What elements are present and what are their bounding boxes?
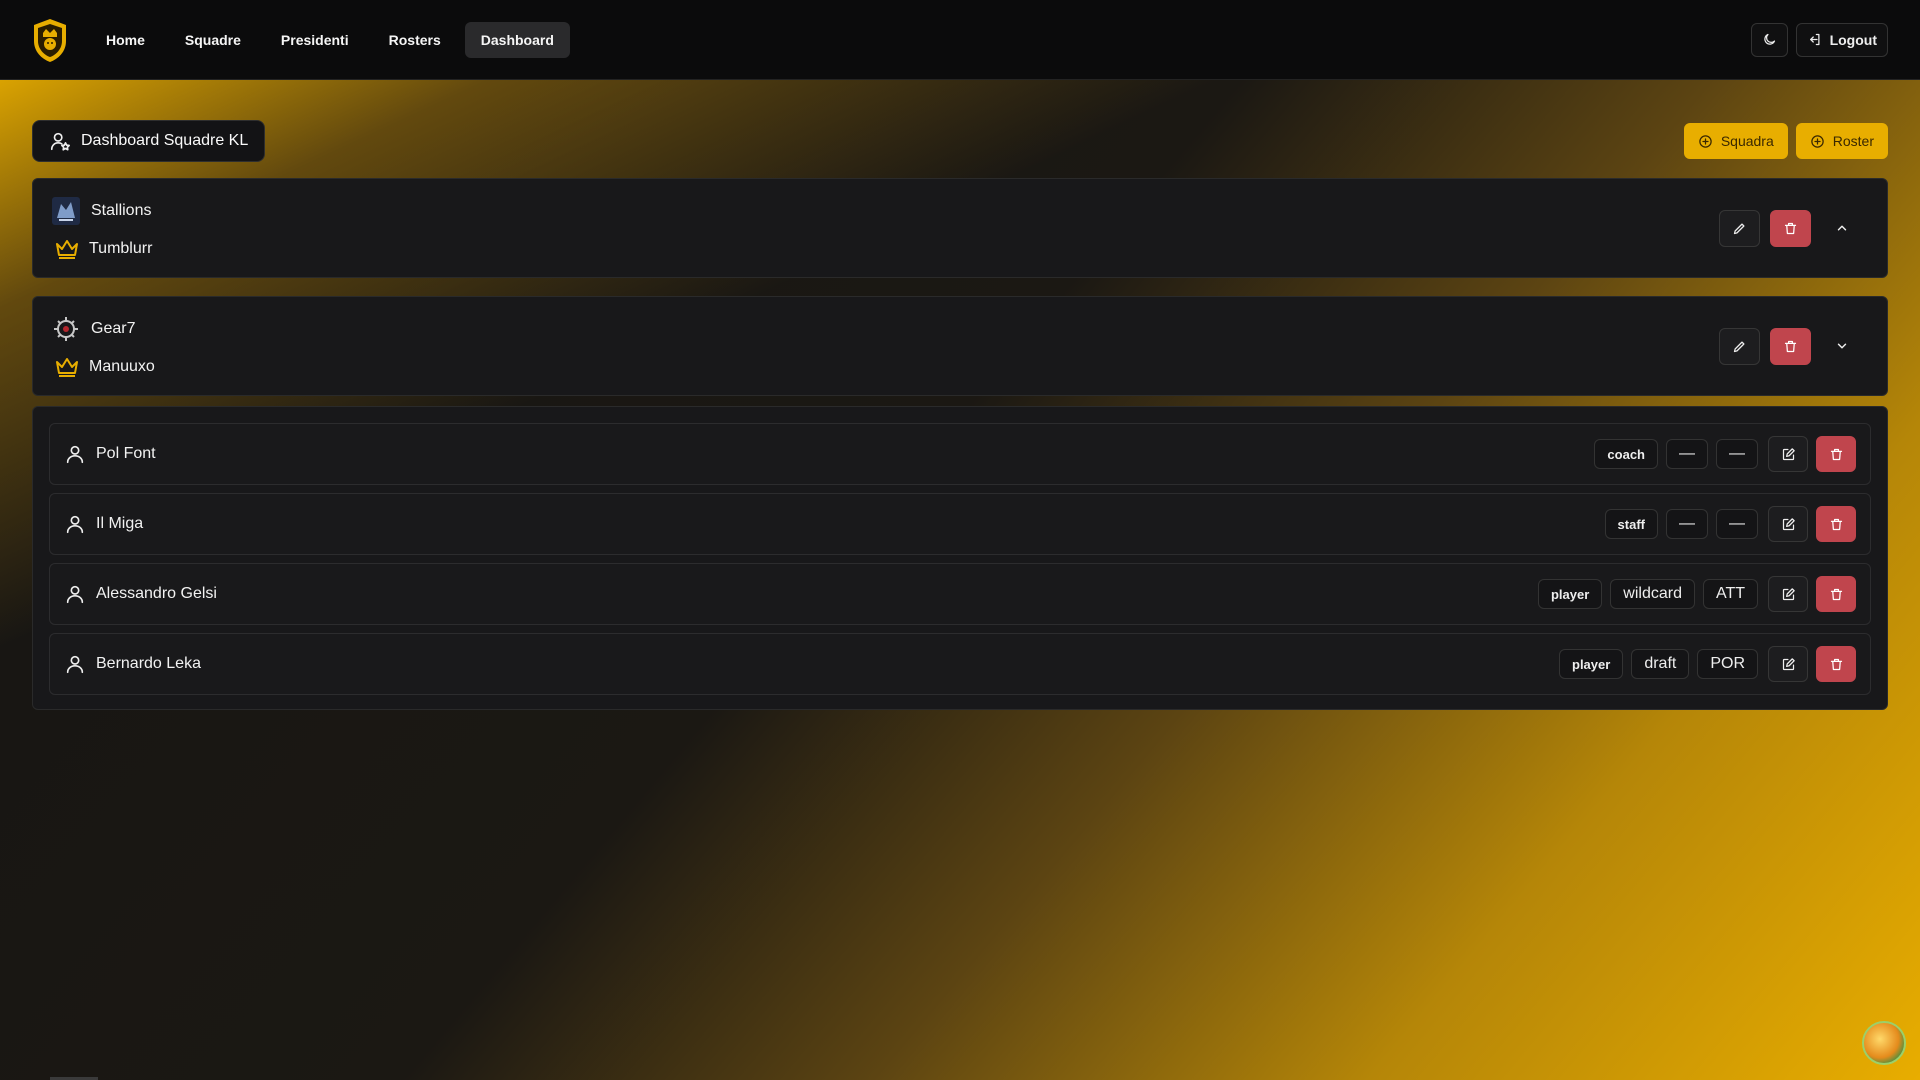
member-name: Bernardo Leka bbox=[96, 655, 201, 672]
role-badge: coach bbox=[1594, 439, 1658, 469]
delete-member-button[interactable] bbox=[1816, 576, 1856, 612]
page-title-text: Dashboard Squadre KL bbox=[81, 132, 249, 149]
nav-dashboard[interactable]: Dashboard bbox=[464, 21, 570, 58]
plus-circle-icon bbox=[1811, 134, 1824, 148]
delete-member-button[interactable] bbox=[1816, 646, 1856, 682]
team-name: Gear7 bbox=[91, 320, 136, 337]
nav-presidenti[interactable]: Presidenti bbox=[265, 22, 365, 58]
user-icon bbox=[66, 445, 84, 464]
acquisition-badge: — bbox=[1666, 439, 1708, 469]
crown-icon bbox=[56, 358, 78, 377]
delete-member-button[interactable] bbox=[1816, 506, 1856, 542]
logout-icon bbox=[1809, 33, 1820, 46]
edit-square-icon bbox=[1782, 587, 1795, 600]
roster-row: Bernardo Leka player draft POR bbox=[49, 633, 1871, 695]
delete-team-button[interactable] bbox=[1770, 209, 1811, 247]
member-name: Pol Font bbox=[96, 445, 156, 462]
moon-icon bbox=[1763, 33, 1775, 45]
acquisition-badge: wildcard bbox=[1610, 579, 1695, 609]
add-roster-label: Roster bbox=[1832, 133, 1874, 149]
delete-member-button[interactable] bbox=[1816, 436, 1856, 472]
logout-label: Logout bbox=[1829, 31, 1877, 48]
role-badge: player bbox=[1559, 649, 1624, 679]
position-badge: POR bbox=[1697, 649, 1758, 679]
trash-icon bbox=[1830, 518, 1842, 530]
trash-icon bbox=[1784, 340, 1797, 352]
acquisition-badge: draft bbox=[1631, 649, 1690, 679]
user-icon bbox=[66, 655, 84, 674]
edit-team-button[interactable] bbox=[1719, 209, 1760, 247]
user-avatar[interactable] bbox=[1862, 1021, 1906, 1065]
crown-icon bbox=[56, 240, 78, 259]
plus-circle-icon bbox=[1699, 134, 1712, 148]
chevron-down-icon bbox=[1837, 343, 1847, 349]
edit-square-icon bbox=[1782, 657, 1795, 670]
trash-icon bbox=[1830, 448, 1842, 460]
dashboard-main: Dashboard Squadre KL Squadra Roster Stal… bbox=[32, 120, 1888, 710]
roster-panel: Pol Font coach — — Il Miga staff — — Ale… bbox=[32, 406, 1888, 710]
position-badge: — bbox=[1716, 439, 1758, 469]
page-title: Dashboard Squadre KL bbox=[32, 120, 266, 162]
add-team-button[interactable]: Squadra bbox=[1683, 123, 1788, 159]
edit-square-icon bbox=[1782, 517, 1795, 530]
roster-row: Alessandro Gelsi player wildcard ATT bbox=[49, 563, 1871, 625]
edit-member-button[interactable] bbox=[1768, 436, 1808, 472]
team-president: Tumblurr bbox=[89, 240, 153, 257]
pencil-icon bbox=[1733, 341, 1745, 352]
team-card-gear7: Gear7 Manuuxo bbox=[32, 296, 1888, 396]
theme-toggle-button[interactable] bbox=[1750, 22, 1788, 57]
edit-team-button[interactable] bbox=[1719, 327, 1760, 365]
team-card-stallions: Stallions Tumblurr bbox=[32, 178, 1888, 278]
expand-team-button[interactable] bbox=[1825, 329, 1859, 363]
pencil-icon bbox=[1733, 223, 1745, 234]
trash-icon bbox=[1830, 588, 1842, 600]
acquisition-badge: — bbox=[1666, 509, 1708, 539]
nav-rosters[interactable]: Rosters bbox=[373, 22, 457, 58]
user-icon bbox=[66, 515, 84, 534]
team-name: Stallions bbox=[91, 202, 152, 219]
nav-home[interactable]: Home bbox=[90, 22, 161, 58]
user-icon bbox=[66, 585, 84, 604]
app-logo[interactable] bbox=[32, 17, 68, 63]
collapse-team-button[interactable] bbox=[1825, 211, 1859, 245]
user-star-icon bbox=[50, 132, 70, 151]
roster-row: Pol Font coach — — bbox=[49, 423, 1871, 485]
position-badge: ATT bbox=[1702, 579, 1758, 609]
position-badge: — bbox=[1716, 509, 1758, 539]
team-logo bbox=[54, 317, 78, 341]
delete-team-button[interactable] bbox=[1770, 327, 1811, 365]
chevron-up-icon bbox=[1837, 225, 1847, 231]
team-logo bbox=[52, 197, 80, 225]
add-team-label: Squadra bbox=[1720, 133, 1774, 149]
team-president: Manuuxo bbox=[89, 358, 155, 375]
role-badge: staff bbox=[1604, 509, 1658, 539]
trash-icon bbox=[1830, 658, 1842, 670]
edit-square-icon bbox=[1782, 447, 1795, 460]
member-name: Alessandro Gelsi bbox=[96, 585, 217, 602]
edit-member-button[interactable] bbox=[1768, 646, 1808, 682]
role-badge: player bbox=[1537, 579, 1603, 609]
nav-squadre[interactable]: Squadre bbox=[169, 22, 257, 58]
member-name: Il Miga bbox=[96, 515, 144, 532]
logout-button[interactable]: Logout bbox=[1795, 22, 1888, 57]
edit-member-button[interactable] bbox=[1768, 576, 1808, 612]
trash-icon bbox=[1784, 222, 1797, 234]
main-nav: Home Squadre Presidenti Rosters Dashboar… bbox=[90, 21, 570, 58]
edit-member-button[interactable] bbox=[1768, 506, 1808, 542]
roster-row: Il Miga staff — — bbox=[49, 493, 1871, 555]
add-roster-button[interactable]: Roster bbox=[1795, 123, 1888, 159]
top-navbar: Home Squadre Presidenti Rosters Dashboar… bbox=[0, 0, 1920, 80]
